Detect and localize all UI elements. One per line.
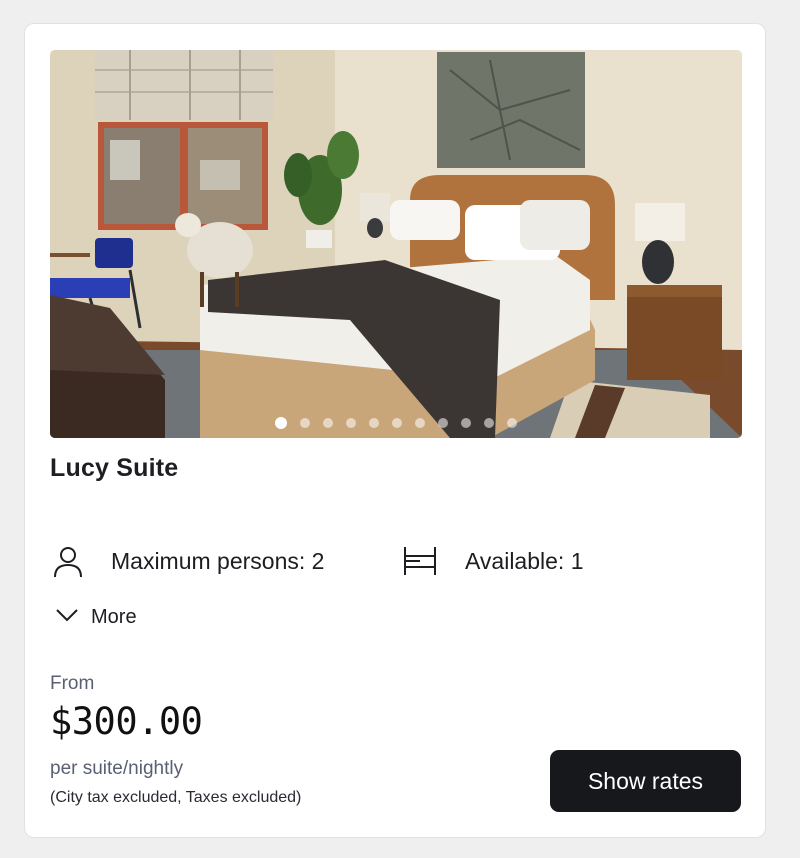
- availability-feature: Available: 1: [402, 541, 584, 581]
- room-title: Lucy Suite: [50, 454, 179, 482]
- chevron-down-icon: [55, 607, 79, 628]
- room-photo-image: [50, 50, 742, 438]
- room-card: Lucy Suite Maximum persons: 2 Available:…: [24, 23, 766, 838]
- carousel-dot[interactable]: [438, 418, 448, 428]
- carousel-dots: [50, 417, 742, 430]
- room-features: Maximum persons: 2 Available: 1: [50, 541, 740, 581]
- carousel-dot[interactable]: [300, 418, 310, 428]
- person-icon: [50, 543, 86, 579]
- carousel-dot[interactable]: [392, 418, 402, 428]
- carousel-dot[interactable]: [415, 418, 425, 428]
- tax-note: (City tax excluded, Taxes excluded): [50, 789, 302, 806]
- more-toggle[interactable]: More: [55, 606, 137, 629]
- price: $300.00: [50, 700, 203, 743]
- carousel-dot[interactable]: [275, 417, 287, 429]
- persons-label: Maximum persons: 2: [111, 547, 325, 574]
- show-rates-button[interactable]: Show rates: [550, 750, 741, 812]
- carousel-dot[interactable]: [461, 418, 471, 428]
- available-label: Available: 1: [465, 547, 584, 574]
- carousel-dot[interactable]: [484, 418, 494, 428]
- carousel-dot[interactable]: [369, 418, 379, 428]
- room-photo[interactable]: [50, 50, 742, 438]
- price-unit: per suite/nightly: [50, 758, 184, 779]
- carousel-dot[interactable]: [346, 418, 356, 428]
- more-label: More: [91, 606, 137, 628]
- bed-icon: [402, 543, 438, 579]
- from-label: From: [50, 673, 95, 694]
- carousel-dot[interactable]: [323, 418, 333, 428]
- persons-feature: Maximum persons: 2: [50, 541, 324, 581]
- carousel-dot[interactable]: [507, 418, 517, 428]
